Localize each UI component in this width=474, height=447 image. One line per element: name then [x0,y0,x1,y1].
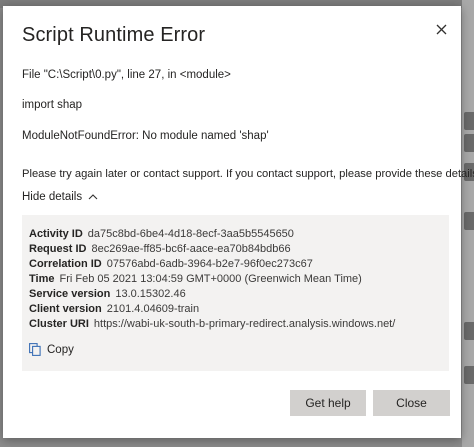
detail-value: https://wabi-uk-south-b-primary-redirect… [93,318,396,330]
detail-value: 13.0.15302.46 [115,288,186,300]
detail-time: Time Fri Feb 05 2021 13:04:59 GMT+0000 (G… [29,272,449,287]
details-panel: Activity ID da75c8bd-6be4-4d18-8ecf-3aa5b… [22,215,449,371]
detail-key: Request ID [29,243,87,255]
detail-cluster-uri: Cluster URI https://wabi-uk-south-b-prima… [29,317,449,332]
error-message: ModuleNotFoundError: No module named 'sh… [22,130,269,142]
copy-label: Copy [47,343,74,356]
detail-value: 2101.4.04609-train [106,303,200,315]
get-help-button[interactable]: Get help [290,390,366,416]
hide-details-label: Hide details [22,191,83,203]
background-chip [464,212,474,230]
error-file-line: File "C:\Script\0.py", line 27, in <modu… [22,69,231,81]
detail-value: 8ec269ae-ff85-bc6f-aace-ea70b84bdb66 [91,243,291,255]
copy-button[interactable]: Copy [29,343,74,356]
background-right-panel [462,0,474,447]
detail-key: Service version [29,288,111,300]
background-chip [464,366,474,384]
background-chip [464,322,474,340]
detail-client-version: Client version 2101.4.04609-train [29,302,449,317]
error-code-line: import shap [22,99,83,111]
support-message: Please try again later or contact suppor… [22,168,474,180]
chevron-up-icon [88,194,98,200]
detail-key: Correlation ID [29,258,102,270]
background-chip [464,112,474,130]
detail-key: Cluster URI [29,318,89,330]
close-button[interactable]: Close [373,390,450,416]
detail-activity-id: Activity ID da75c8bd-6be4-4d18-8ecf-3aa5b… [29,227,449,242]
detail-key: Client version [29,303,102,315]
detail-value: 07576abd-6adb-3964-b2e7-96f0ec273c67 [106,258,313,270]
detail-key: Activity ID [29,228,83,240]
detail-value: Fri Feb 05 2021 13:04:59 GMT+0000 (Green… [59,273,362,285]
detail-service-version: Service version 13.0.15302.46 [29,287,449,302]
close-icon[interactable] [432,20,450,38]
detail-correlation-id: Correlation ID 07576abd-6adb-3964-b2e7-96… [29,257,449,272]
hide-details-toggle[interactable]: Hide details [22,191,98,203]
dialog-title: Script Runtime Error [22,24,206,46]
copy-icon [29,343,41,356]
background-chip [464,134,474,152]
close-icon-glyph [436,24,446,34]
error-dialog: Script Runtime Error File "C:\Script\0.p… [3,6,474,438]
detail-value: da75c8bd-6be4-4d18-8ecf-3aa5b5545650 [87,228,294,240]
detail-request-id: Request ID 8ec269ae-ff85-bc6f-aace-ea70b8… [29,242,449,257]
detail-key: Time [29,273,55,285]
